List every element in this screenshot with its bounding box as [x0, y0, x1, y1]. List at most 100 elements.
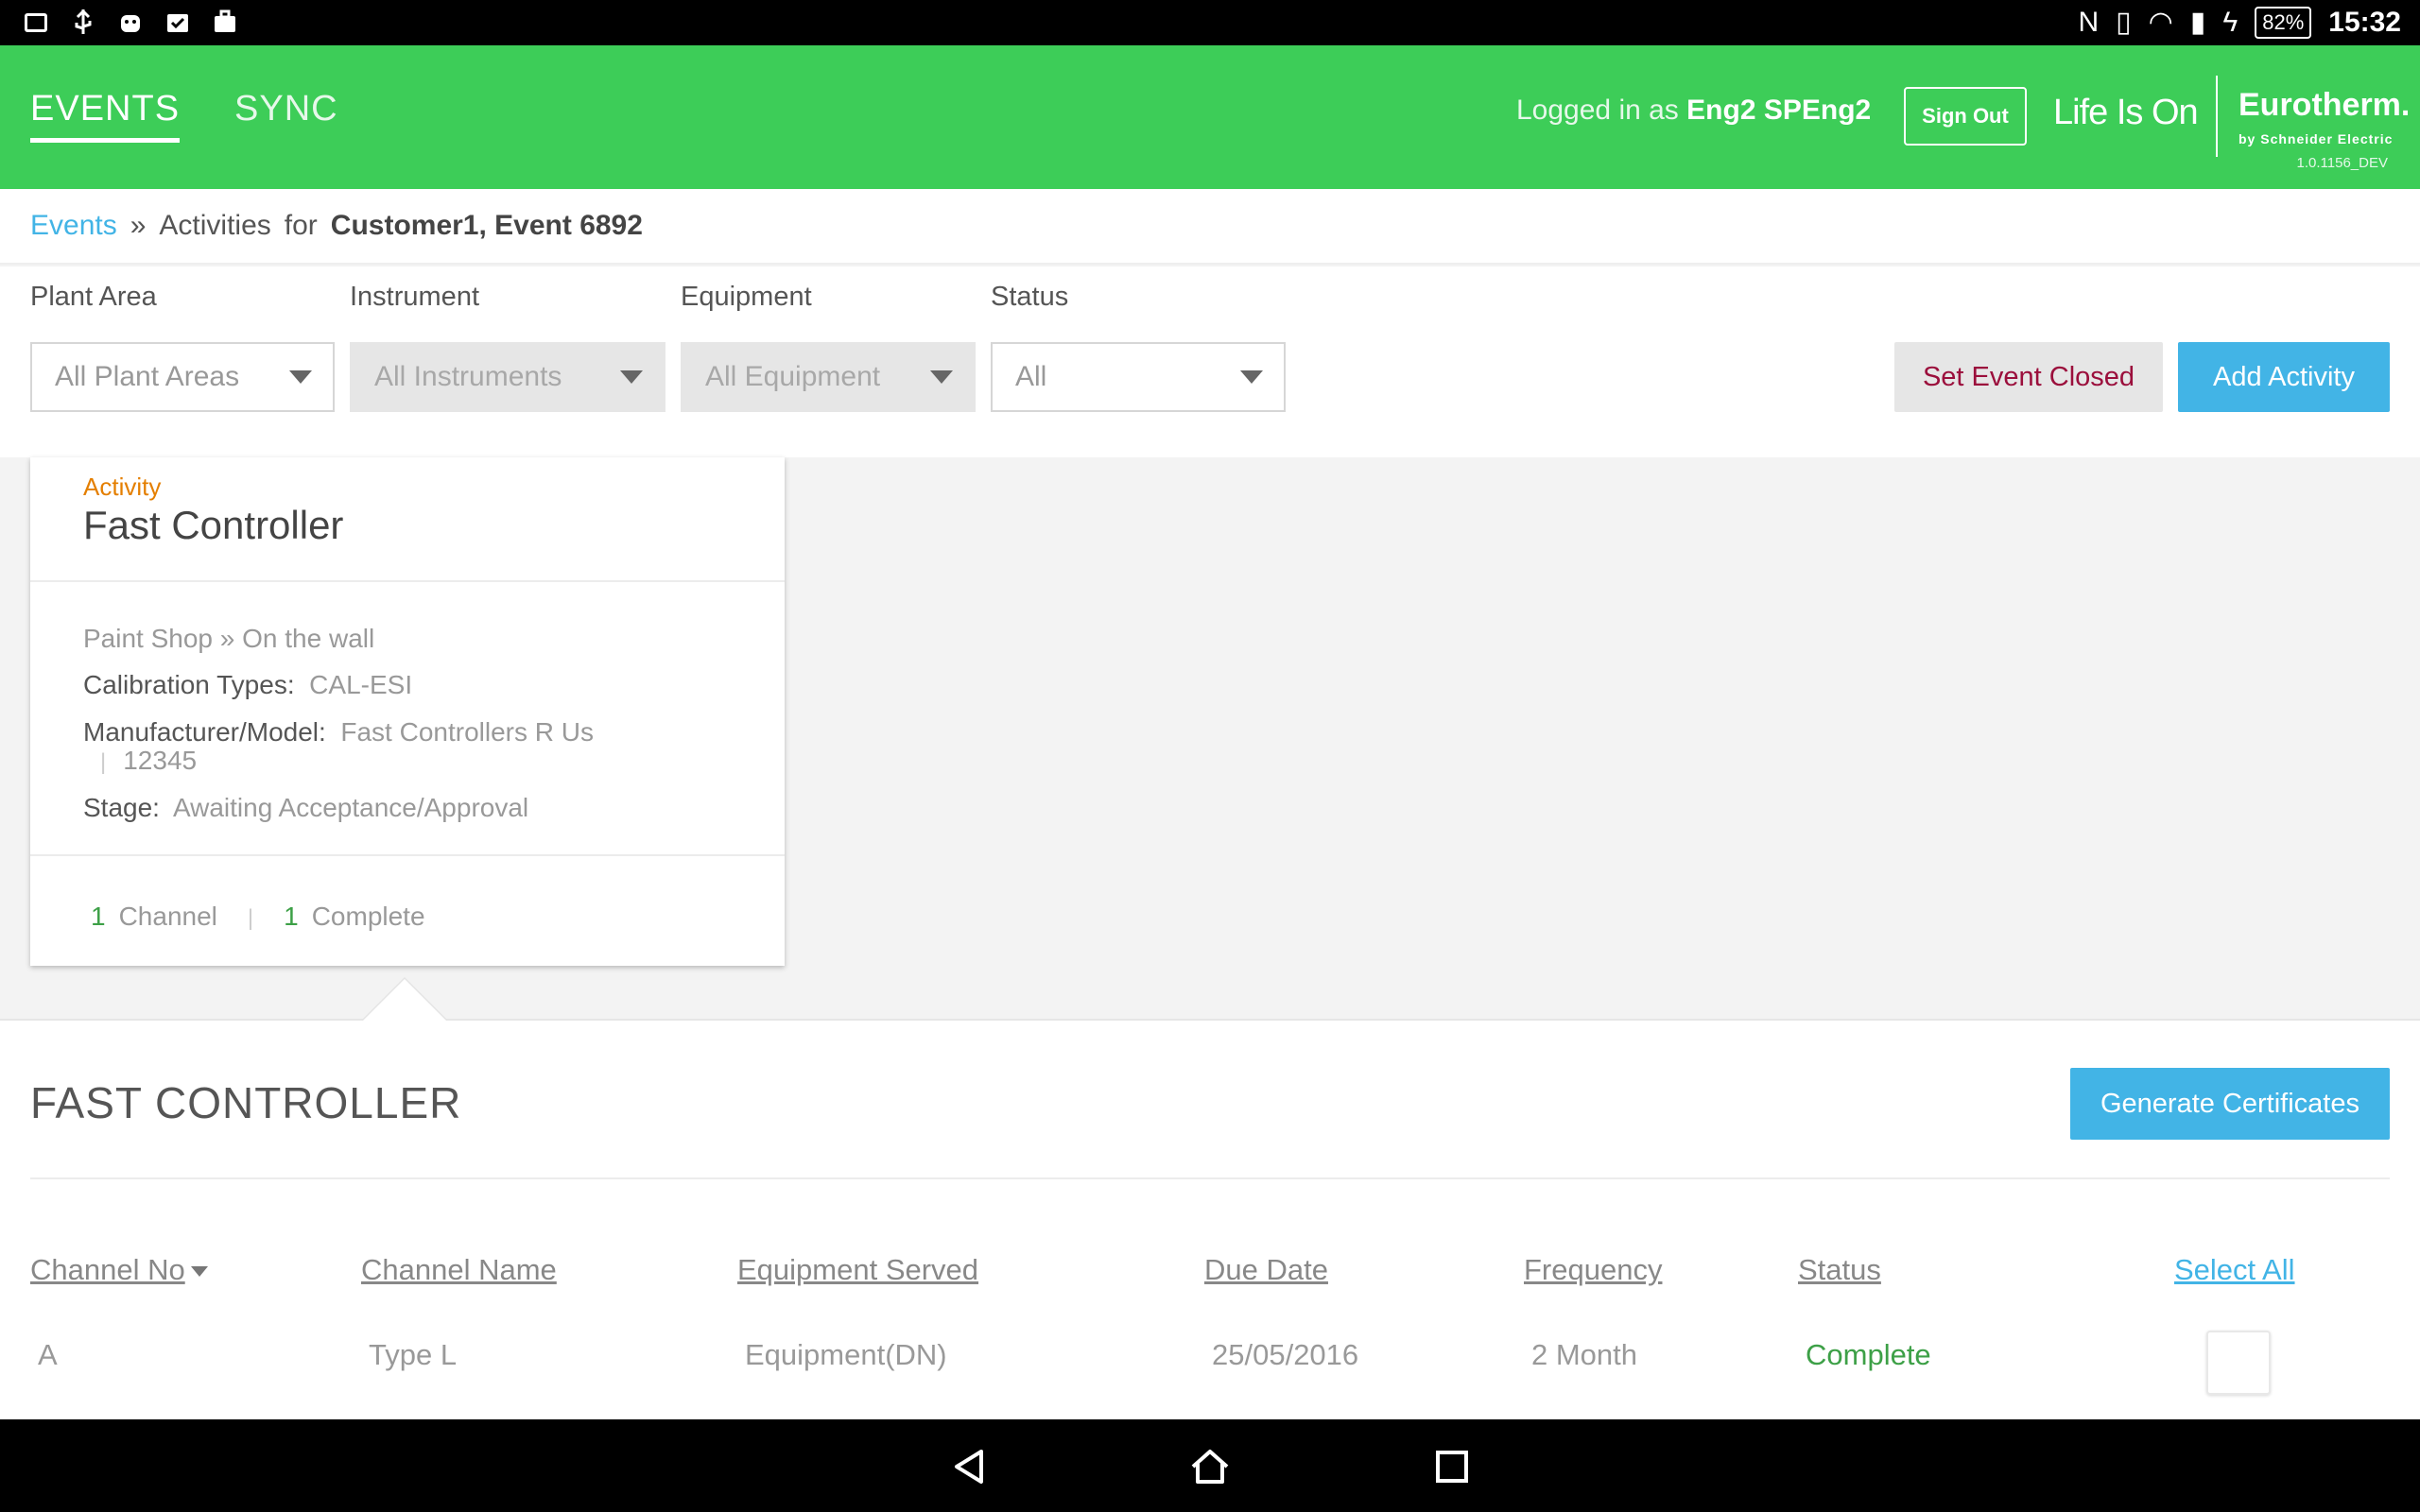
stage-label: Stage:: [83, 793, 160, 822]
complete-label: Complete: [311, 902, 425, 931]
manufacturer-label: Manufacturer/Model:: [83, 717, 326, 747]
home-icon[interactable]: [1189, 1446, 1231, 1487]
row-select-checkbox[interactable]: [2206, 1331, 2271, 1395]
instrument-label: Instrument: [350, 282, 479, 312]
back-icon[interactable]: [949, 1446, 991, 1487]
clock: 15:32: [2328, 7, 2401, 38]
card-divider: [30, 854, 785, 856]
card-divider: [30, 580, 785, 582]
android-debug-icon: [117, 8, 144, 36]
eurotherm-logo: Eurotherm. by Schneider Electric: [2238, 87, 2410, 146]
detail-divider: [30, 1177, 2390, 1179]
login-status: Logged in as Eng2 SPEng2: [1516, 94, 1871, 127]
logged-in-label: Logged in as: [1516, 94, 1679, 126]
generate-certificates-button[interactable]: Generate Certificates: [2070, 1068, 2390, 1140]
cell-due-date: 25/05/2016: [1212, 1338, 1359, 1371]
activity-kicker: Activity: [83, 472, 162, 501]
location-name: On the wall: [242, 624, 375, 653]
detail-title: FAST CONTROLLER: [30, 1078, 462, 1127]
tab-events-label: EVENTS: [30, 89, 181, 129]
activity-detail-panel: FAST CONTROLLER Generate Certificates Ch…: [0, 1019, 2420, 1419]
logo-divider: [2216, 76, 2218, 157]
wifi-icon: ◠: [2148, 7, 2173, 38]
status-select[interactable]: All: [991, 342, 1286, 412]
cell-frequency: 2 Month: [1531, 1338, 1638, 1371]
channel-label: Channel: [118, 902, 217, 931]
notification-icons: [23, 8, 238, 36]
cell-equipment: Equipment(DN): [745, 1338, 947, 1371]
manufacturer-value: Fast Controllers R Us: [340, 717, 594, 747]
activity-title: Fast Controller: [83, 503, 344, 547]
app-header: EVENTS SYNC Logged in as Eng2 SPEng2 Sig…: [0, 45, 2420, 189]
sim-alert-icon: ▮: [2189, 7, 2206, 38]
stage-value: Awaiting Acceptance/Approval: [172, 793, 529, 822]
plant-area-select[interactable]: All Plant Areas: [30, 342, 335, 412]
breadcrumb-context: Customer1, Event 6892: [330, 210, 643, 241]
dropdown-caret-icon: [289, 370, 312, 384]
card-pointer: [363, 979, 446, 1021]
battery-indicator: 82%: [2255, 7, 2312, 39]
column-header-equipment-served[interactable]: Equipment Served: [737, 1253, 978, 1287]
calibration-row: Calibration Types: CAL-ESI: [83, 671, 613, 699]
plant-area-name: Paint Shop: [83, 624, 213, 653]
task-done-icon: [164, 8, 191, 36]
system-status-bar: N ▯ ◠ ▮ ϟ 82% 15:32: [0, 0, 2420, 45]
usb-icon: [70, 8, 96, 36]
equipment-select[interactable]: All Equipment: [681, 342, 976, 412]
equipment-label: Equipment: [681, 282, 812, 312]
nfc-icon: N: [2078, 7, 2100, 38]
add-activity-button[interactable]: Add Activity: [2178, 342, 2390, 412]
filter-bar: Plant Area All Plant Areas Instrument Al…: [0, 266, 2420, 457]
breadcrumb: Events » Activities for Customer1, Event…: [30, 210, 643, 242]
plant-area-value: All Plant Areas: [55, 361, 240, 392]
calibration-value: CAL-ESI: [309, 670, 413, 699]
column-header-frequency[interactable]: Frequency: [1524, 1253, 1662, 1287]
column-header-due-date[interactable]: Due Date: [1204, 1253, 1328, 1287]
breadcrumb-events-link[interactable]: Events: [30, 210, 117, 242]
column-header-channel-name[interactable]: Channel Name: [361, 1253, 557, 1287]
activity-card[interactable]: Activity Fast Controller Paint Shop » On…: [30, 457, 785, 966]
charging-icon: ϟ: [2222, 7, 2238, 38]
sort-descending-icon: [190, 1266, 208, 1278]
dropdown-caret-icon: [930, 370, 953, 384]
life-is-on-logo: Life Is On: [2053, 93, 2199, 132]
dropdown-caret-icon: [620, 370, 643, 384]
set-event-closed-button[interactable]: Set Event Closed: [1894, 342, 2163, 412]
vibrate-icon: ▯: [2116, 7, 2132, 38]
user-name: Eng2 SPEng2: [1686, 94, 1872, 126]
briefcase-icon: [212, 8, 238, 36]
system-indicators: N ▯ ◠ ▮ ϟ 82% 15:32: [2078, 6, 2401, 40]
status-value: All: [1015, 361, 1047, 392]
breadcrumb-bar: Events » Activities for Customer1, Event…: [0, 189, 2420, 265]
card-summary: 1 Channel | 1 Complete: [91, 902, 425, 932]
active-tab-indicator: [30, 138, 181, 143]
gallery-icon: [23, 8, 49, 36]
manufacturer-row: Manufacturer/Model: Fast Controllers R U…: [83, 718, 613, 777]
column-header-channel-no[interactable]: Channel No: [30, 1253, 208, 1287]
activity-location: Paint Shop » On the wall: [83, 624, 374, 654]
cell-channel-name: Type L: [369, 1338, 458, 1371]
cell-channel-no: A: [38, 1338, 58, 1371]
separator: |: [100, 749, 107, 775]
complete-count: 1: [284, 902, 299, 931]
tab-events[interactable]: EVENTS: [30, 89, 181, 143]
separator: |: [247, 905, 254, 931]
dropdown-caret-icon: [1240, 370, 1263, 384]
model-value: 12345: [123, 746, 198, 775]
plant-area-label: Plant Area: [30, 282, 157, 312]
recents-icon[interactable]: [1431, 1446, 1473, 1487]
cell-status: Complete: [1806, 1338, 1931, 1371]
select-all-link[interactable]: Select All: [2174, 1253, 2295, 1287]
calibration-label: Calibration Types:: [83, 670, 295, 699]
brand-subtitle: by Schneider Electric: [2238, 131, 2394, 146]
instrument-value: All Instruments: [374, 361, 562, 392]
double-chevron-right-icon: »: [219, 624, 235, 653]
stage-row: Stage: Awaiting Acceptance/Approval: [83, 794, 613, 822]
channel-count: 1: [91, 902, 106, 931]
tab-sync[interactable]: SYNC: [234, 89, 338, 129]
brand-name: Eurotherm.: [2238, 87, 2411, 123]
instrument-select[interactable]: All Instruments: [350, 342, 666, 412]
sign-out-button[interactable]: Sign Out: [1904, 87, 2027, 146]
column-header-status[interactable]: Status: [1798, 1253, 1881, 1287]
double-chevron-right-icon: »: [130, 210, 147, 241]
